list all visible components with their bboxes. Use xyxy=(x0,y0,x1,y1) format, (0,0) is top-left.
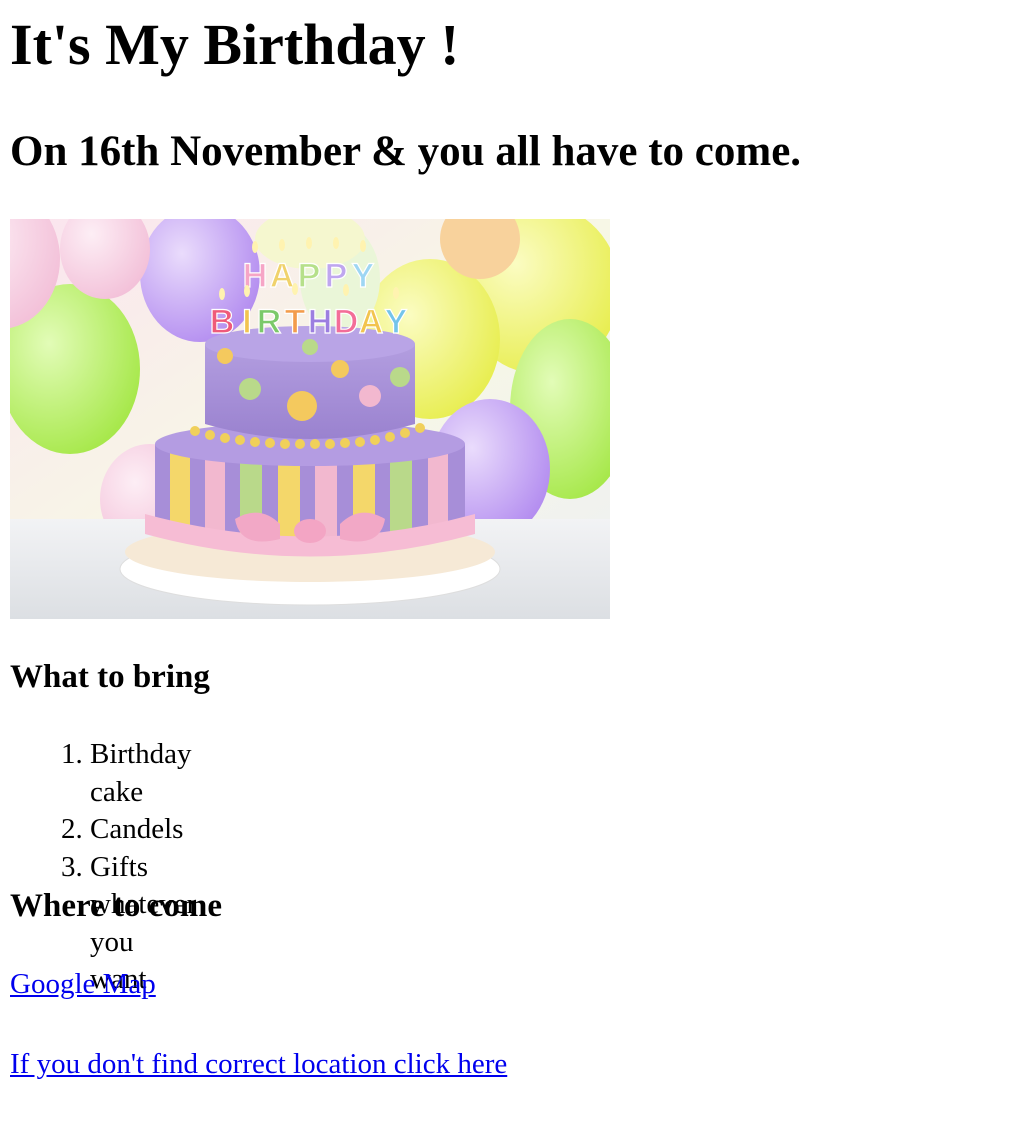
page-title: It's My Birthday ! xyxy=(10,12,460,77)
svg-text:Y: Y xyxy=(352,257,375,295)
bring-list: Birthday cake Candels Gifts whatever you… xyxy=(10,736,196,999)
google-map-link[interactable]: Google Map xyxy=(10,964,156,1004)
svg-text:T: T xyxy=(285,303,306,341)
list-item: Birthday cake xyxy=(90,736,196,811)
svg-text:A: A xyxy=(359,303,384,341)
list-item: Candels xyxy=(90,811,196,849)
svg-text:Y: Y xyxy=(385,303,408,341)
svg-text:A: A xyxy=(270,257,295,295)
svg-text:B: B xyxy=(210,303,235,341)
where-to-come-heading: Where to come xyxy=(10,888,222,924)
svg-text:R: R xyxy=(257,303,282,341)
svg-text:P: P xyxy=(298,257,321,295)
svg-text:I: I xyxy=(242,303,251,341)
fallback-location-link[interactable]: If you don't find correct location click… xyxy=(10,1044,507,1084)
what-to-bring-heading: What to bring xyxy=(10,659,210,695)
svg-text:D: D xyxy=(334,303,359,341)
page-subtitle: On 16th November & you all have to come. xyxy=(10,128,802,175)
birthday-cake-image: H A P P Y B I R T H D A Y xyxy=(10,219,610,619)
svg-text:H: H xyxy=(308,303,333,341)
